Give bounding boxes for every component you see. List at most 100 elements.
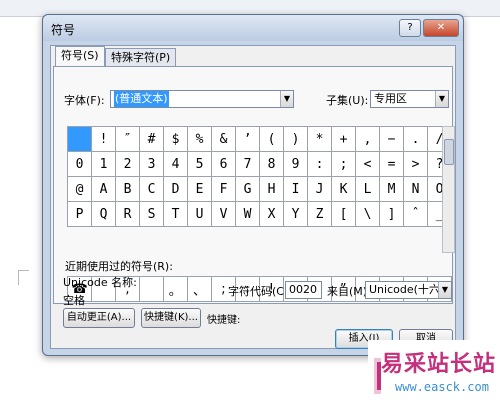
symbol-cell[interactable]: * xyxy=(307,126,332,152)
help-button[interactable]: ? xyxy=(399,19,421,37)
symbol-cell[interactable]: 1 xyxy=(91,151,116,177)
symbol-cell[interactable]: ; xyxy=(331,151,356,177)
symbol-cell[interactable]: 6 xyxy=(211,151,236,177)
symbol-cell[interactable]: ] xyxy=(379,201,404,227)
symbol-cell[interactable]: T xyxy=(163,201,188,227)
symbol-cell[interactable]: 2 xyxy=(115,151,140,177)
close-button[interactable]: ✕ xyxy=(423,19,459,37)
symbol-cell[interactable]: ) xyxy=(283,126,308,152)
symbol-cell[interactable]: : xyxy=(307,151,332,177)
shortcut-key-button[interactable]: 快捷键(K)... xyxy=(141,308,201,328)
symbol-cell[interactable]: Q xyxy=(91,201,116,227)
symbol-cell[interactable]: 7 xyxy=(235,151,260,177)
recent-symbols-label: 近期使用过的符号(R): xyxy=(65,260,173,273)
symbol-cell[interactable]: L xyxy=(355,176,380,202)
symbol-cell[interactable]: ( xyxy=(259,126,284,152)
symbol-cell[interactable]: [ xyxy=(331,201,356,227)
symbol-cell[interactable]: B xyxy=(115,176,140,202)
symbol-cell[interactable]: 8 xyxy=(259,151,284,177)
symbol-cell[interactable]: J xyxy=(307,176,332,202)
char-code-label: 字符代码(C): xyxy=(228,285,292,298)
dialog-titlebar[interactable]: 符号 ? ✕ xyxy=(43,15,463,41)
symbol-cell[interactable]: ˆ xyxy=(403,201,428,227)
tab-special-characters[interactable]: 特殊字符(P) xyxy=(105,48,177,67)
unicode-name-label: Unicode 名称: xyxy=(63,276,137,289)
font-label: 字体(F): xyxy=(64,94,105,107)
symbol-cell[interactable]: > xyxy=(403,151,428,177)
recent-symbol-cell[interactable]: 、 xyxy=(186,276,213,302)
symbol-cell[interactable]: $ xyxy=(163,126,188,152)
symbol-cell[interactable]: 9 xyxy=(283,151,308,177)
symbol-cell[interactable]: + xyxy=(331,126,356,152)
symbol-grid-row: P Q R S T U V W X Y Z[\] ˆ _ xyxy=(67,201,452,227)
watermark-url: www.easck.com xyxy=(395,380,489,394)
symbol-cell[interactable]: F xyxy=(211,176,236,202)
unicode-name-value: 空格 xyxy=(63,294,85,307)
symbol-grid-row: 0 1 2 3 4 5 6 7 8 9:; < = >? xyxy=(67,151,452,177)
recent-symbol-cell[interactable]: 。 xyxy=(162,276,188,302)
char-code-input[interactable]: 0020 xyxy=(285,281,322,299)
symbol-grid-row: ! ″ # $% &’() * +, −. / xyxy=(67,126,452,152)
subset-select-value: 专用区 xyxy=(374,92,407,105)
autocorrect-button[interactable]: 自动更正(A)... xyxy=(63,308,135,328)
symbol-grid-row: @ A B C D E F G H I J K L M N O xyxy=(67,176,452,202)
symbol-cell[interactable]: G xyxy=(235,176,260,202)
symbol-cell[interactable]: V xyxy=(211,201,236,227)
dialog-title: 符号 xyxy=(51,23,76,37)
watermark-text: 易采站长站 xyxy=(381,351,497,377)
chevron-down-icon[interactable]: ▼ xyxy=(280,91,293,107)
chevron-down-icon[interactable]: ▼ xyxy=(435,91,448,107)
symbol-cell[interactable]: M xyxy=(379,176,404,202)
symbol-cell[interactable]: ’ xyxy=(235,126,260,152)
symbol-cell[interactable]: Z xyxy=(307,201,332,227)
symbol-cell[interactable]: Y xyxy=(283,201,308,227)
symbol-cell[interactable]: P xyxy=(67,201,92,227)
symbol-cell[interactable]: S xyxy=(139,201,164,227)
symbol-cell[interactable]: 5 xyxy=(187,151,212,177)
font-select-value: (普通文本) xyxy=(114,91,169,107)
symbol-cell[interactable] xyxy=(67,126,92,152)
chevron-down-icon[interactable]: ▼ xyxy=(438,282,451,298)
symbol-cell[interactable]: @ xyxy=(67,176,92,202)
from-select[interactable]: Unicode(十六进 ▼ xyxy=(365,281,452,299)
symbol-cell[interactable]: \ xyxy=(355,201,380,227)
symbol-cell[interactable]: K xyxy=(331,176,356,202)
symbol-cell[interactable]: W xyxy=(235,201,260,227)
symbol-cell[interactable]: % xyxy=(187,126,212,152)
symbol-grid-scrollbar[interactable] xyxy=(442,126,455,253)
symbol-cell[interactable]: 0 xyxy=(67,151,92,177)
symbol-cell[interactable]: − xyxy=(379,126,404,152)
subset-label: 子集(U): xyxy=(326,94,369,107)
symbol-cell[interactable]: I xyxy=(283,176,308,202)
recent-symbol-cell[interactable] xyxy=(138,276,164,302)
symbol-cell[interactable]: 3 xyxy=(139,151,164,177)
symbol-cell[interactable]: D xyxy=(163,176,188,202)
symbol-cell[interactable]: & xyxy=(211,126,236,152)
symbol-cell[interactable]: 4 xyxy=(163,151,188,177)
symbol-cell[interactable]: = xyxy=(379,151,404,177)
symbol-grid: ! ″ # $% &’() * +, −./0 1 2 3 4 5 6 7 8 9:; < = >? @ A B C D E F G H… xyxy=(67,126,452,227)
symbol-cell[interactable]: H xyxy=(259,176,284,202)
symbol-cell[interactable]: E xyxy=(187,176,212,202)
symbol-cell[interactable]: C xyxy=(139,176,164,202)
font-select[interactable]: (普通文本) ▼ xyxy=(110,90,294,108)
symbol-cell[interactable]: < xyxy=(355,151,380,177)
symbol-cell[interactable]: A xyxy=(91,176,116,202)
symbol-dialog: 符号 ? ✕ 符号(S) 特殊字符(P) 字体(F): (普通文本) ▼ 子集(… xyxy=(42,14,464,356)
symbols-tab-panel: 字体(F): (普通文本) ▼ 子集(U): 专用区 ▼ ! ″ # $% &’() * +… xyxy=(53,66,455,304)
symbol-cell[interactable]: , xyxy=(355,126,380,152)
page-corner-mark xyxy=(18,270,29,285)
symbol-cell[interactable]: U xyxy=(187,201,212,227)
shortcut-label: 快捷键: xyxy=(207,315,241,326)
dialog-client-area: 符号(S) 特殊字符(P) 字体(F): (普通文本) ▼ 子集(U): 专用区… xyxy=(50,45,456,349)
symbol-cell[interactable]: # xyxy=(139,126,164,152)
symbol-cell[interactable]: . xyxy=(403,126,428,152)
scrollbar-thumb[interactable] xyxy=(444,139,454,165)
subset-select[interactable]: 专用区 ▼ xyxy=(370,90,449,108)
symbol-cell[interactable]: ″ xyxy=(115,126,140,152)
symbol-cell[interactable]: R xyxy=(115,201,140,227)
symbol-cell[interactable]: ! xyxy=(91,126,116,152)
symbol-cell[interactable]: X xyxy=(259,201,284,227)
symbol-cell[interactable]: N xyxy=(403,176,428,202)
tab-symbols[interactable]: 符号(S) xyxy=(55,46,105,67)
